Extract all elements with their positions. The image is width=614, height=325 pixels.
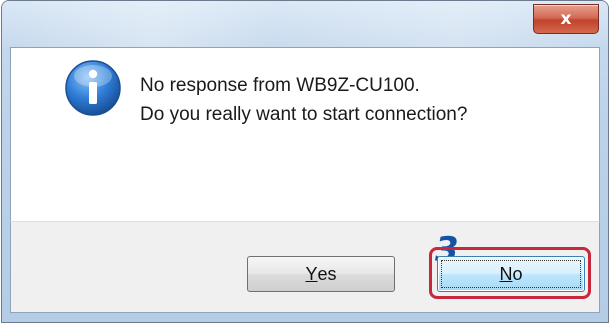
- no-button[interactable]: No: [437, 256, 585, 292]
- yes-label-rest: es: [317, 263, 337, 284]
- yes-button[interactable]: Yes: [247, 256, 395, 292]
- yes-accelerator: Y: [305, 263, 318, 284]
- close-button[interactable]: x: [533, 4, 599, 34]
- message-line-1: No response from WB9Z-CU100.: [140, 75, 420, 96]
- button-bar: 3 Yes No: [10, 221, 600, 313]
- dialog-window: x No response from WB9Z-CU100. Do you re…: [1, 0, 609, 323]
- info-icon: [65, 60, 121, 116]
- focus-ring: [441, 260, 581, 288]
- title-bar[interactable]: x: [2, 1, 608, 47]
- dialog-message: No response from WB9Z-CU100. Do you real…: [140, 71, 467, 129]
- close-icon: x: [560, 9, 572, 29]
- message-line-2: Do you really want to start connection?: [140, 104, 468, 125]
